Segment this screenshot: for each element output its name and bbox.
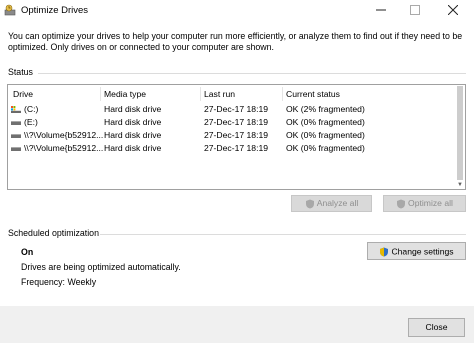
schedule-section-label: Scheduled optimization bbox=[8, 228, 99, 238]
media-type: Hard disk drive bbox=[104, 117, 162, 127]
change-settings-label: Change settings bbox=[391, 246, 454, 257]
drive-name: (C:) bbox=[24, 104, 39, 114]
column-header-media-type[interactable]: Media type bbox=[104, 89, 146, 99]
maximize-icon bbox=[410, 5, 420, 15]
change-settings-button[interactable]: Change settings bbox=[367, 242, 466, 260]
media-type: Hard disk drive bbox=[104, 130, 162, 140]
minimize-icon bbox=[376, 9, 386, 11]
shield-icon bbox=[305, 199, 314, 209]
drive-name: \\?\Volume{b52912... bbox=[24, 143, 104, 153]
column-separator[interactable] bbox=[282, 87, 283, 101]
drive-list[interactable]: Drive Media type Last run Current status… bbox=[7, 84, 466, 190]
drive-name: (E:) bbox=[24, 117, 38, 127]
status-section-label: Status bbox=[8, 67, 33, 77]
last-run: 27-Dec-17 18:19 bbox=[204, 143, 269, 153]
table-row[interactable]: \\?\Volume{b52912... Hard disk drive 27-… bbox=[8, 142, 446, 155]
hard-drive-icon bbox=[11, 121, 21, 125]
last-run: 27-Dec-17 18:19 bbox=[204, 104, 269, 114]
last-run: 27-Dec-17 18:19 bbox=[204, 117, 269, 127]
table-row[interactable]: (E:) Hard disk drive 27-Dec-17 18:19 OK … bbox=[8, 116, 446, 129]
schedule-description: Drives are being optimized automatically… bbox=[21, 262, 181, 272]
media-type: Hard disk drive bbox=[104, 143, 162, 153]
current-status: OK (0% fragmented) bbox=[286, 117, 365, 127]
analyze-all-label: Analyze all bbox=[316, 198, 359, 209]
optimize-drives-app-icon bbox=[4, 4, 16, 16]
close-button-label: Close bbox=[425, 322, 448, 332]
current-status: OK (0% fragmented) bbox=[286, 143, 365, 153]
schedule-frequency: Frequency: Weekly bbox=[21, 277, 97, 287]
table-row[interactable]: \\?\Volume{b52912... Hard disk drive 27-… bbox=[8, 129, 446, 142]
drive-name: \\?\Volume{b52912... bbox=[24, 130, 104, 140]
column-separator[interactable] bbox=[200, 87, 201, 101]
column-separator[interactable] bbox=[100, 87, 101, 101]
optimize-all-label: Optimize all bbox=[408, 198, 453, 209]
system-drive-icon bbox=[11, 106, 21, 113]
column-header-last-run[interactable]: Last run bbox=[204, 89, 235, 99]
maximize-button[interactable] bbox=[398, 0, 432, 20]
hard-drive-icon bbox=[11, 147, 21, 151]
optimize-all-button[interactable]: Optimize all bbox=[383, 195, 466, 212]
table-row[interactable]: (C:) Hard disk drive 27-Dec-17 18:19 OK … bbox=[8, 103, 446, 116]
status-divider bbox=[38, 73, 466, 74]
close-button[interactable]: Close bbox=[408, 318, 465, 337]
column-header-current-status[interactable]: Current status bbox=[286, 89, 340, 99]
last-run: 27-Dec-17 18:19 bbox=[204, 130, 269, 140]
window-title: Optimize Drives bbox=[21, 5, 89, 16]
close-icon bbox=[448, 5, 458, 15]
hard-drive-icon bbox=[11, 134, 21, 138]
close-window-button[interactable] bbox=[436, 0, 470, 20]
schedule-divider bbox=[100, 234, 466, 235]
minimize-button[interactable] bbox=[364, 0, 398, 20]
analyze-all-button[interactable]: Analyze all bbox=[291, 195, 372, 212]
description-text: You can optimize your drives to help you… bbox=[8, 31, 463, 52]
footer-bar: Close bbox=[0, 306, 474, 343]
scroll-down-arrow-icon[interactable]: ▼ bbox=[457, 182, 463, 188]
column-header-drive[interactable]: Drive bbox=[13, 89, 33, 99]
current-status: OK (2% fragmented) bbox=[286, 104, 365, 114]
schedule-state: On bbox=[21, 247, 34, 257]
shield-icon bbox=[397, 199, 406, 209]
media-type: Hard disk drive bbox=[104, 104, 162, 114]
vertical-scrollbar[interactable]: ▼ bbox=[456, 86, 464, 188]
title-bar: Optimize Drives bbox=[0, 0, 474, 20]
current-status: OK (0% fragmented) bbox=[286, 130, 365, 140]
shield-icon bbox=[380, 247, 389, 257]
scrollbar-thumb[interactable] bbox=[457, 86, 463, 180]
